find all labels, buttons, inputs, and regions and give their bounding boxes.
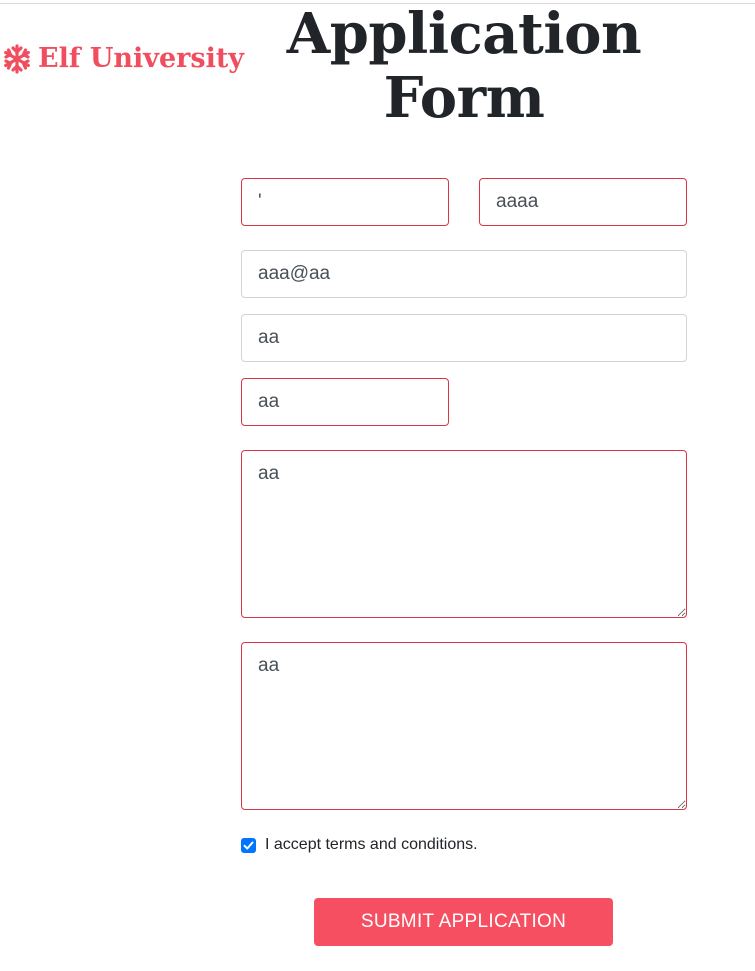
submit-application-button[interactable]: SUBMIT APPLICATION — [314, 898, 613, 946]
snowflake-icon — [4, 44, 30, 74]
short-input[interactable] — [241, 378, 449, 426]
terms-label: I accept terms and conditions. — [265, 836, 478, 853]
brand-logo[interactable]: Elf University — [2, 40, 244, 78]
phone-input[interactable] — [241, 314, 687, 362]
email-input[interactable] — [241, 250, 687, 298]
textarea-one[interactable]: aa — [241, 450, 687, 618]
brand-name: Elf University — [38, 43, 244, 74]
last-name-input[interactable] — [479, 178, 687, 226]
terms-row[interactable]: I accept terms and conditions. — [241, 836, 478, 854]
page-title: Application Form — [286, 1, 642, 131]
terms-checkbox[interactable] — [241, 837, 256, 853]
textarea-two[interactable]: aa — [241, 642, 687, 810]
checkmark-icon — [243, 841, 254, 849]
first-name-input[interactable] — [241, 178, 449, 226]
